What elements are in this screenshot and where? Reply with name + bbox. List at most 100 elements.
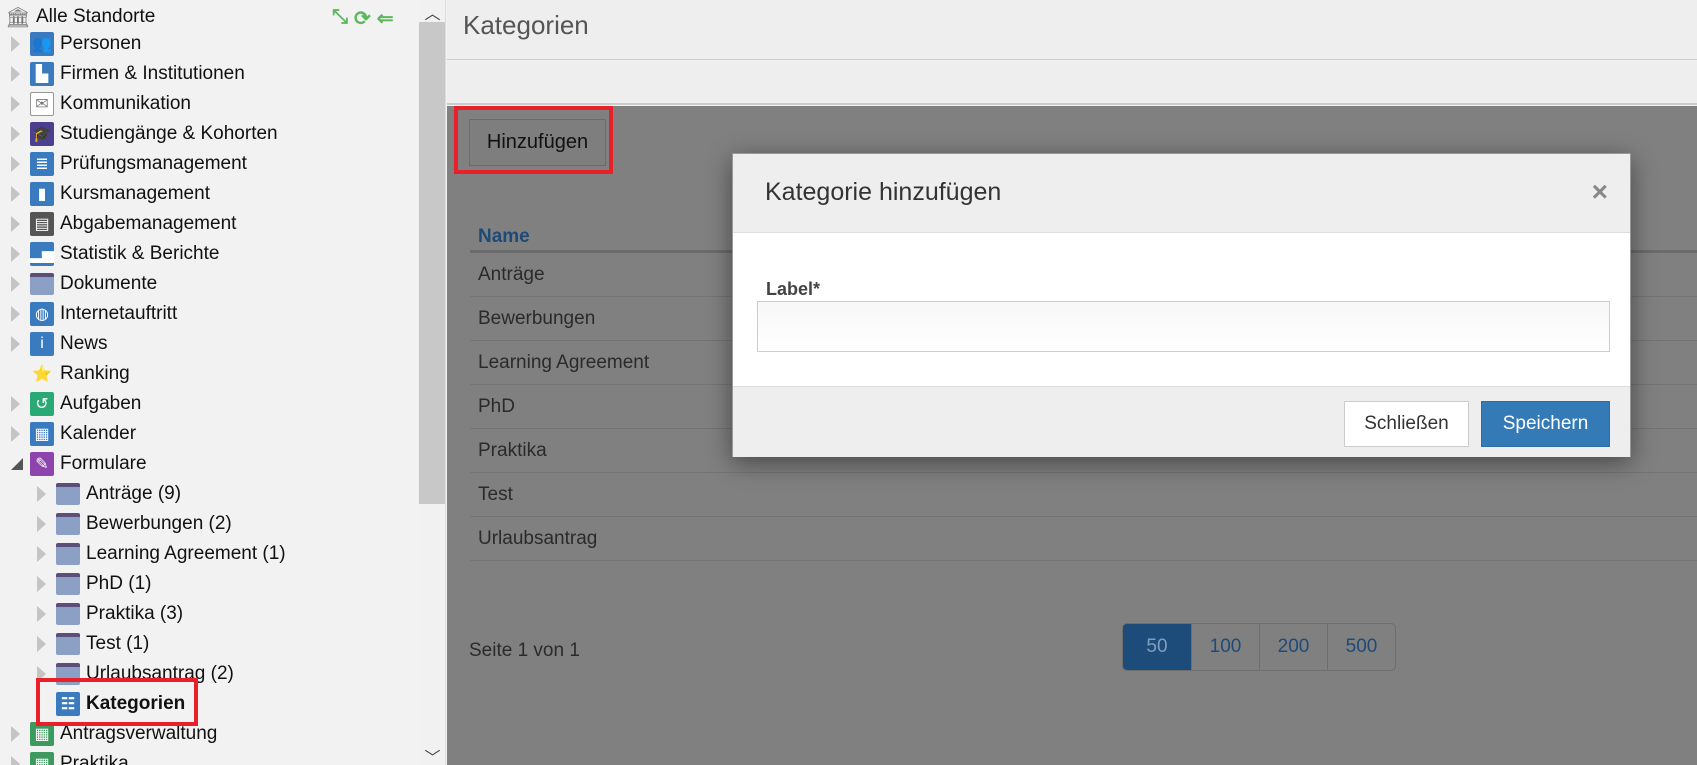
close-icon[interactable]: × <box>1592 176 1608 208</box>
save-button[interactable]: Speichern <box>1481 401 1610 447</box>
dialog-header: Kategorie hinzufügen × <box>733 154 1630 233</box>
tree-item[interactable]: ✎ Formulare <box>11 449 147 479</box>
tree-item[interactable]: ◍ Internetauftritt <box>11 299 177 329</box>
tree-item[interactable]: ▮ Kursmanagement <box>11 179 210 209</box>
tree-item-label: Dokumente <box>60 273 158 294</box>
dialog-title: Kategorie hinzufügen <box>765 178 1002 206</box>
table-row[interactable]: Urlaubsantrag <box>470 517 1697 561</box>
refresh-icon[interactable]: ⟳ <box>354 6 371 31</box>
expand-triangle-icon[interactable] <box>11 96 20 112</box>
expand-triangle-icon[interactable] <box>11 336 20 352</box>
tree-item[interactable]: 🎓 Studiengänge & Kohorten <box>11 119 278 149</box>
tree-item-label: Kommunikation <box>60 93 191 114</box>
expand-triangle-icon[interactable] <box>11 156 20 172</box>
factory-icon: ▙ <box>30 62 54 86</box>
table-icon: ▦ <box>30 752 54 765</box>
expand-triangle-icon[interactable] <box>11 66 20 82</box>
page-info: Seite 1 von 1 <box>469 640 580 661</box>
tree-item[interactable]: ▂▅ Statistik & Berichte <box>11 239 219 269</box>
tree-item[interactable]: ▙ Firmen & Institutionen <box>11 59 245 89</box>
expand-triangle-icon[interactable] <box>11 426 20 442</box>
tree-item[interactable]: PhD (1) <box>37 569 151 599</box>
tree-item-label: Prüfungsmanagement <box>60 153 247 174</box>
expand-triangle-icon[interactable] <box>11 276 20 292</box>
expand-triangle-icon[interactable] <box>11 126 20 142</box>
tree-item-label: Learning Agreement (1) <box>86 543 286 564</box>
folder-icon <box>56 633 80 655</box>
expand-triangle-icon[interactable] <box>37 576 46 592</box>
scroll-down-icon[interactable]: ﹀ <box>419 744 445 765</box>
expand-triangle-icon[interactable] <box>37 606 46 622</box>
tree-item[interactable]: Dokumente <box>11 269 157 299</box>
tree-item[interactable]: ▦ Kalender <box>11 419 136 449</box>
expand-triangle-icon[interactable] <box>11 396 20 412</box>
tree-item-label: Statistik & Berichte <box>60 243 220 264</box>
expand-triangle-icon[interactable] <box>37 516 46 532</box>
sidebar-tree: 🏛 Alle Standorte ⤡ ⟳ ⇐ 👥 Personen ▙ Firmen … <box>0 0 446 765</box>
expand-triangle-icon[interactable] <box>37 546 46 562</box>
tree-item-label: Firmen & Institutionen <box>60 63 245 84</box>
label-input[interactable] <box>757 301 1610 352</box>
page-size-200[interactable]: 200 <box>1259 624 1327 670</box>
expand-triangle-icon[interactable] <box>37 486 46 502</box>
tree-item-label: Formulare <box>60 453 147 474</box>
highlight-box-kategorien <box>36 678 198 726</box>
tree-item-label: Test (1) <box>86 633 150 654</box>
tree-item[interactable]: ⭐ Ranking <box>11 359 130 389</box>
tree-item[interactable]: ≣ Prüfungsmanagement <box>11 149 247 179</box>
globe-icon: ◍ <box>30 302 54 326</box>
tree-root[interactable]: 🏛 Alle Standorte <box>5 2 156 32</box>
expand-triangle-icon[interactable] <box>11 306 20 322</box>
tree-item-label: Kursmanagement <box>60 183 210 204</box>
folder-icon <box>56 603 80 625</box>
expand-triangle-icon[interactable] <box>11 36 20 52</box>
page-size-500[interactable]: 500 <box>1327 624 1395 670</box>
dialog-footer: Schließen Speichern <box>733 386 1630 457</box>
back-arrow-icon[interactable]: ⇐ <box>377 6 394 31</box>
collapse-all-icon[interactable]: ⤡ <box>332 6 348 31</box>
form-wand-icon: ✎ <box>30 452 54 476</box>
tree-item[interactable]: ↺ Aufgaben <box>11 389 141 419</box>
tree-tools: ⤡ ⟳ ⇐ <box>332 6 394 31</box>
main-content: Kategorien Hinzufügen Name Anträge Bewerb… <box>447 0 1697 765</box>
tree-root-label: Alle Standorte <box>36 6 156 27</box>
graduation-cap-icon: 🎓 <box>30 122 54 146</box>
tree-item-label: Internetauftritt <box>60 303 178 324</box>
tree-item[interactable]: 👥 Personen <box>11 29 141 59</box>
history-clock-icon: ↺ <box>30 392 54 416</box>
page-size-selector: 50 100 200 500 <box>1122 623 1396 671</box>
expand-triangle-icon[interactable] <box>11 756 20 765</box>
tree-item[interactable]: Praktika (3) <box>37 599 183 629</box>
expanded-triangle-icon[interactable] <box>11 458 23 470</box>
table-row[interactable]: Test <box>470 473 1697 517</box>
tree-item[interactable]: ✉ Kommunikation <box>11 89 191 119</box>
folder-icon <box>56 543 80 565</box>
calendar-icon: ▦ <box>30 422 54 446</box>
scroll-up-icon[interactable]: ︿ <box>419 0 445 24</box>
expand-triangle-icon[interactable] <box>11 216 20 232</box>
folder-icon <box>56 573 80 595</box>
tree-item-label: News <box>60 333 108 354</box>
page-size-100[interactable]: 100 <box>1191 624 1259 670</box>
star-medal-icon: ⭐ <box>30 362 54 386</box>
tree-item[interactable]: Learning Agreement (1) <box>37 539 286 569</box>
page-header: Kategorien <box>447 0 1697 60</box>
expand-triangle-icon[interactable] <box>11 186 20 202</box>
tree-item-label: Praktika (3) <box>86 603 184 624</box>
tree-item[interactable]: Anträge (9) <box>37 479 181 509</box>
page-size-50[interactable]: 50 <box>1123 624 1191 670</box>
tree-item[interactable]: i News <box>11 329 108 359</box>
expand-triangle-icon[interactable] <box>37 636 46 652</box>
tree-item-label: Anträge (9) <box>86 483 182 504</box>
expand-triangle-icon[interactable] <box>11 726 20 742</box>
tree-item[interactable]: ▦ Praktika <box>11 749 129 765</box>
tree-item[interactable]: Bewerbungen (2) <box>37 509 232 539</box>
sidebar-scrollbar-thumb[interactable] <box>419 22 445 504</box>
institution-icon: 🏛 <box>5 6 31 29</box>
tree-item-label: Praktika <box>60 753 129 765</box>
close-button[interactable]: Schließen <box>1344 401 1469 447</box>
tree-item[interactable]: ▤ Abgabemanagement <box>11 209 236 239</box>
tree-item[interactable]: Test (1) <box>37 629 149 659</box>
expand-triangle-icon[interactable] <box>11 246 20 262</box>
tree-item-label: PhD (1) <box>86 573 152 594</box>
